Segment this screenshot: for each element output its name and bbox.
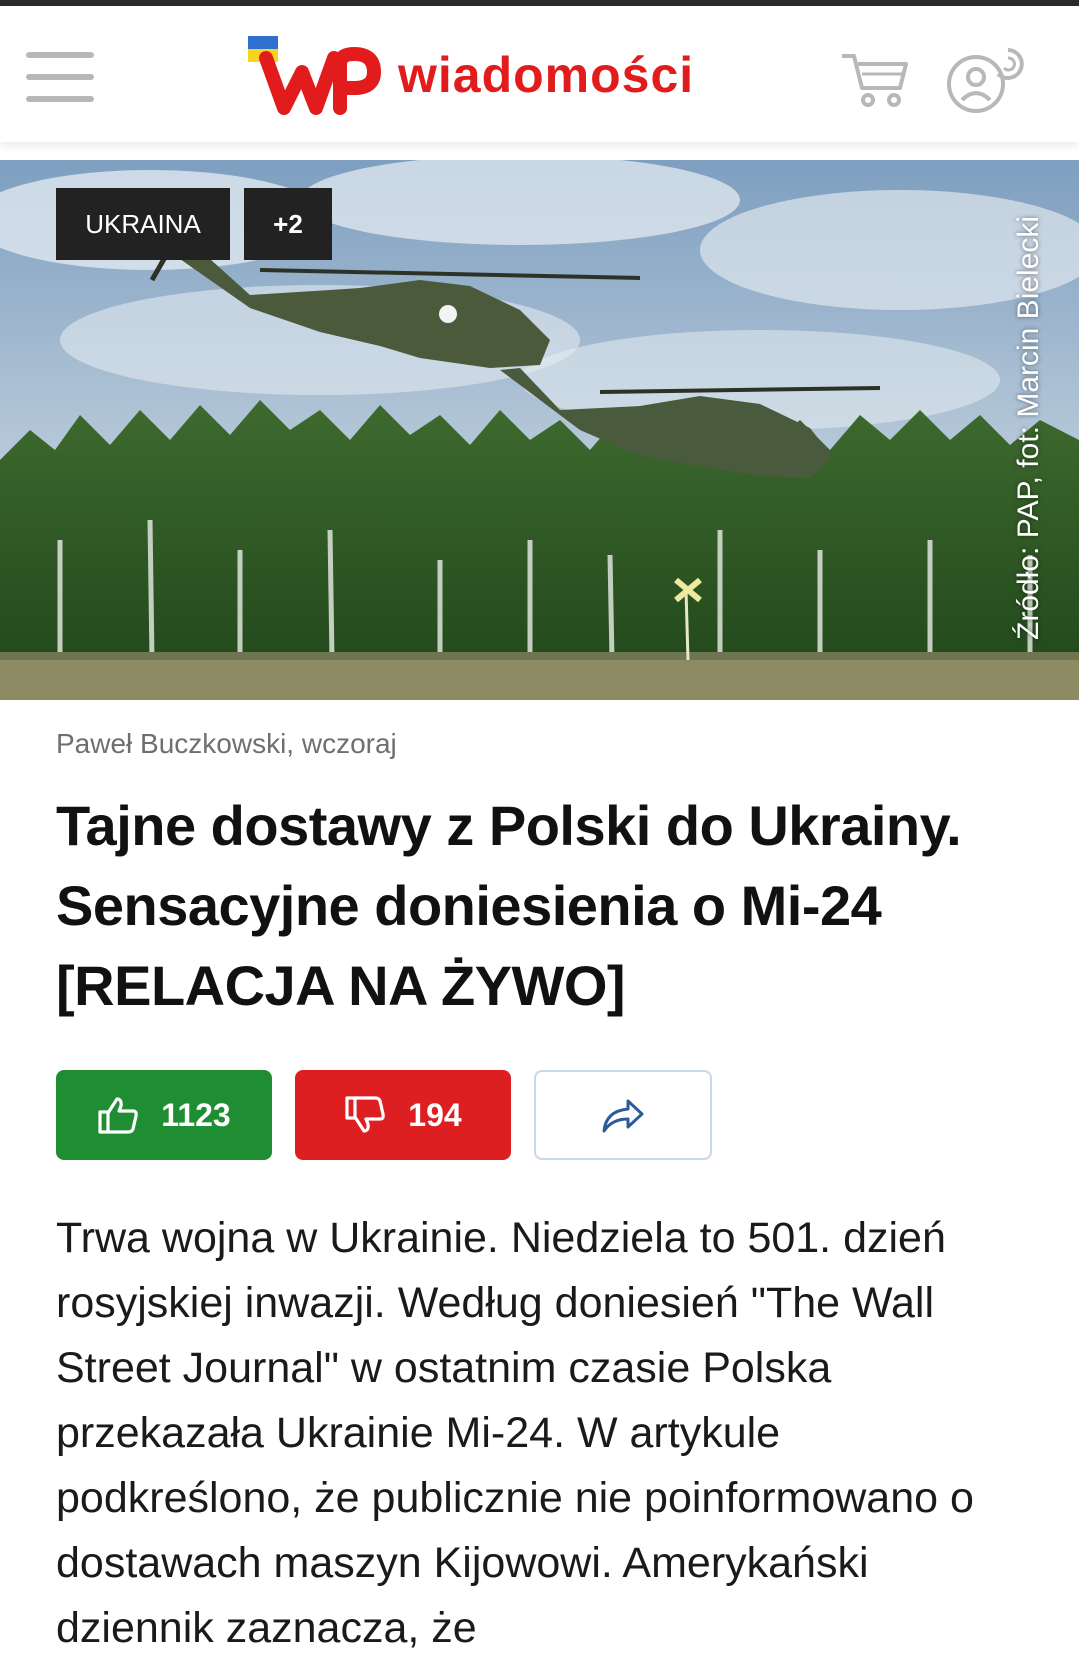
photo-credit: Źródło: PAP, fot: Marcin Bielecki	[1012, 215, 1045, 640]
site-header: wiadomości	[0, 6, 1079, 142]
article-title: Tajne dostawy z Polski do Ukrainy. Sensa…	[56, 794, 962, 1017]
dislike-count: 194	[408, 1096, 462, 1133]
cart-icon[interactable]	[840, 50, 910, 108]
logo-text: wiadomości	[398, 47, 695, 103]
thumbs-up-icon	[98, 1097, 139, 1134]
user-account-icon[interactable]	[946, 44, 1026, 116]
share-arrow-icon	[602, 1099, 644, 1133]
like-count: 1123	[161, 1096, 231, 1133]
tag-more[interactable]: +2	[244, 188, 332, 260]
like-button[interactable]: 1123	[56, 1070, 272, 1160]
dislike-button[interactable]: 194	[295, 1070, 511, 1160]
wp-logo[interactable]: wiadomości	[246, 28, 716, 124]
share-button[interactable]	[534, 1070, 712, 1160]
article-byline: Paweł Buczkowski, wczoraj	[56, 728, 397, 759]
hamburger-menu-icon[interactable]	[26, 52, 94, 102]
tag-ukraina[interactable]: UKRAINA	[56, 188, 230, 260]
thumbs-down-icon	[345, 1096, 386, 1133]
article-body: Trwa wojna w Ukrainie. Niedziela to 501.…	[56, 1214, 974, 1652]
wp-mark-icon	[259, 46, 382, 115]
